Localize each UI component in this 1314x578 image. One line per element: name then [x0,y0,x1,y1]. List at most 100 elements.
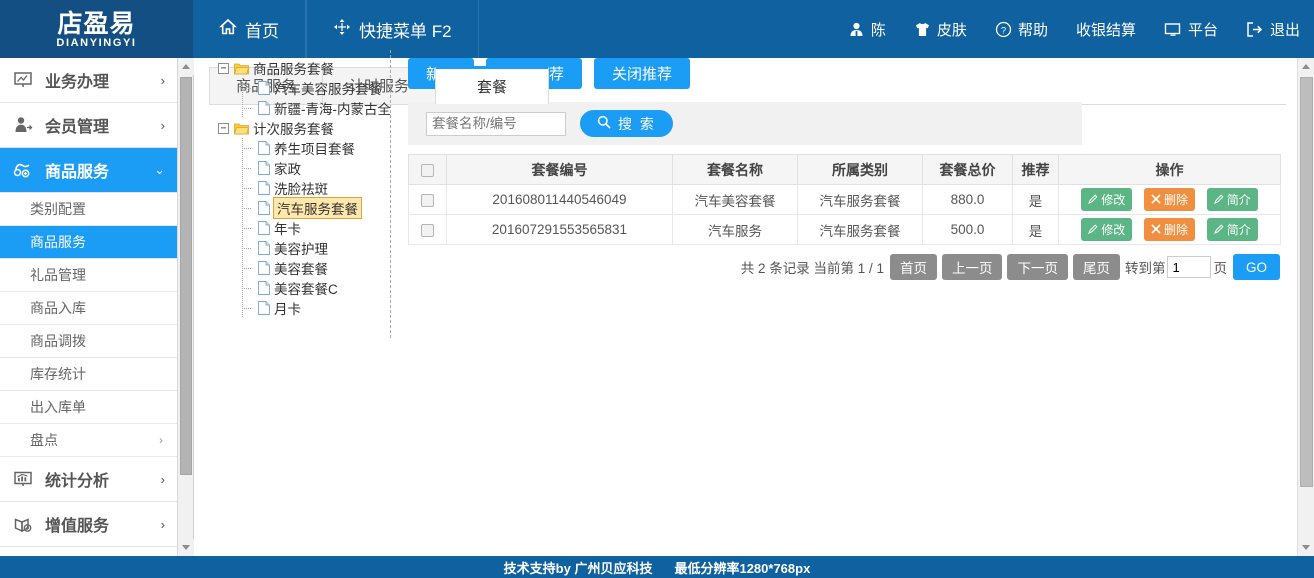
tree-node-folder[interactable]: − 商品服务套餐 [214,58,390,78]
sidebar-sub-label: 出入库单 [30,399,86,415]
sidebar-subitem-stock-stats[interactable]: 库存统计 [0,358,177,391]
select-all-header[interactable] [408,154,447,185]
sidebar-subitem-category-config[interactable]: 类别配置 [0,193,177,226]
row-checkbox[interactable] [421,223,434,237]
tree-toggle-icon[interactable]: − [218,62,229,74]
tree-node-label: 美容套餐 [274,262,328,277]
tree-node-label: 年卡 [274,222,301,237]
tree-node-folder[interactable]: − 计次服务套餐 [214,118,390,138]
sidebar-item-business[interactable]: 业务办理 › [0,58,177,103]
tree-node-file[interactable]: 美容护理 [214,238,390,258]
tree-line [242,138,258,158]
select-all-checkbox[interactable] [421,164,434,178]
sidebar-subitem-gift-management[interactable]: 礼品管理 [0,259,177,292]
tree-toggle-icon[interactable]: − [218,122,229,134]
first-page-button[interactable]: 首页 [889,254,937,280]
go-button[interactable]: GO [1232,254,1280,280]
table-row[interactable]: 201607291553565831 汽车服务 汽车服务套餐 500.0 是 修… [408,214,1281,245]
move-arrows-icon [333,18,351,41]
tree-node-file-selected[interactable]: 汽车服务套餐 [214,197,390,219]
nav-help-label: 帮助 [1017,21,1048,39]
scroll-up-arrow[interactable] [1298,58,1314,75]
sidebar-subitem-inout-orders[interactable]: 出入库单 [0,391,177,424]
file-icon [258,181,270,195]
member-icon [12,114,34,136]
goto-page-input[interactable] [1167,256,1212,278]
delete-button[interactable]: 删除 [1143,218,1195,241]
sidebar-item-member[interactable]: 会员管理 › [0,103,177,148]
edit-button[interactable]: 修改 [1081,188,1133,211]
col-code: 套餐编号 [446,154,673,185]
sidebar-subitem-goods-transfer[interactable]: 商品调拨 [0,325,177,358]
tree-node-file[interactable]: 养生项目套餐 [214,138,390,158]
file-icon [258,261,270,275]
prev-page-button[interactable]: 上一页 [941,254,1003,280]
search-bar: 搜 索 [408,102,1082,145]
logout-icon [1246,21,1264,38]
tree-node-file[interactable]: 年卡 [214,218,390,238]
sidebar-label: 商品服务 [45,164,110,181]
tree-node-file[interactable]: 月卡 [214,298,390,318]
disable-recommend-button[interactable]: 关闭推荐 [594,58,691,89]
next-page-button[interactable]: 下一页 [1007,254,1068,280]
tree-line [242,218,258,238]
sidebar-subitem-goods-inbound[interactable]: 商品入库 [0,292,177,325]
nav-cashier-label: 收银结算 [1075,21,1136,39]
delete-button[interactable]: 删除 [1143,188,1195,211]
sidebar-subitem-inventory-check[interactable]: 盘点 › [0,424,177,457]
search-input[interactable] [426,111,566,136]
tree-node-label: 新疆-青海-内蒙古全家 [274,102,390,117]
cell-actions: 修改 删除 简介 [1058,214,1281,245]
tree-node-file[interactable]: 汽车美容服务套餐 [214,78,390,98]
sidebar-sub-label: 库存统计 [30,366,86,382]
svg-text:?: ? [1001,25,1006,36]
folder-icon [233,62,250,75]
tshirt-icon [914,21,931,38]
gift-plus-icon [12,513,34,535]
tree-node-file[interactable]: 洗脸祛斑 [214,178,390,198]
table-row[interactable]: 201608011440546049 汽车美容套餐 汽车服务套餐 880.0 是… [408,184,1281,215]
sidebar-sub-label: 商品入库 [30,300,86,316]
presentation-icon [12,69,34,91]
scroll-up-arrow[interactable] [178,58,194,75]
col-price: 套餐总价 [922,154,1013,185]
sidebar-scrollbar[interactable] [178,58,194,556]
row-checkbox[interactable] [421,193,434,207]
nav-logout[interactable]: 退出 [1232,0,1314,58]
tree-node-file[interactable]: 美容套餐C [214,278,390,298]
last-page-button[interactable]: 尾页 [1072,254,1120,280]
tree-node-file[interactable]: 家政 [214,158,390,178]
pagination-summary: 共 2 条记录 当前第 1 / 1 [740,261,884,276]
tree-line [242,158,258,178]
nav-user-label: 陈 [870,21,886,39]
search-button[interactable]: 搜 索 [580,110,673,137]
tab-package[interactable]: 套餐 [435,66,549,104]
page-scrollbar[interactable] [1297,58,1314,556]
tree-node-file[interactable]: 美容套餐 [214,258,390,278]
footer-resolution-text: 最低分辨率1280*768px [674,560,811,576]
chevron-right-icon: › [160,117,165,133]
row-select-cell[interactable] [408,184,447,215]
sidebar-subitem-goods-service[interactable]: 商品服务 [0,226,177,259]
nav-platform[interactable]: 平台 [1150,0,1232,58]
chevron-right-icon: › [160,72,165,88]
sidebar-item-value-added[interactable]: 增值服务 › [0,502,177,547]
footer-support-text: 技术支持by 广州贝应科技 [503,560,653,576]
intro-button[interactable]: 简介 [1206,188,1258,211]
edit-button[interactable]: 修改 [1081,218,1133,241]
file-icon [258,281,270,295]
sidebar-item-goods-service[interactable]: 商品服务 ⌄ [0,148,177,193]
app-logo[interactable]: 店盈易 DIANYINGYI [0,0,193,58]
cell-name: 汽车服务 [672,214,798,245]
row-select-cell[interactable] [408,214,447,245]
page-scroll-thumb[interactable] [1300,77,1313,487]
tree-node-file[interactable]: 新疆-青海-内蒙古全家 [214,98,390,118]
package-tree: − 商品服务套餐 汽车美容服务套餐 新疆-青海-内蒙古全家 − 计次服务套餐 养… [214,50,391,338]
goto-suffix-label: 页 [1213,261,1227,276]
scroll-down-arrow[interactable] [1298,539,1314,556]
intro-button[interactable]: 简介 [1206,218,1258,241]
sidebar-item-statistics[interactable]: 统计分析 › [0,457,177,502]
tree-node-label: 家政 [274,162,301,177]
scroll-down-arrow[interactable] [178,539,194,556]
sidebar-scroll-thumb[interactable] [180,77,192,475]
